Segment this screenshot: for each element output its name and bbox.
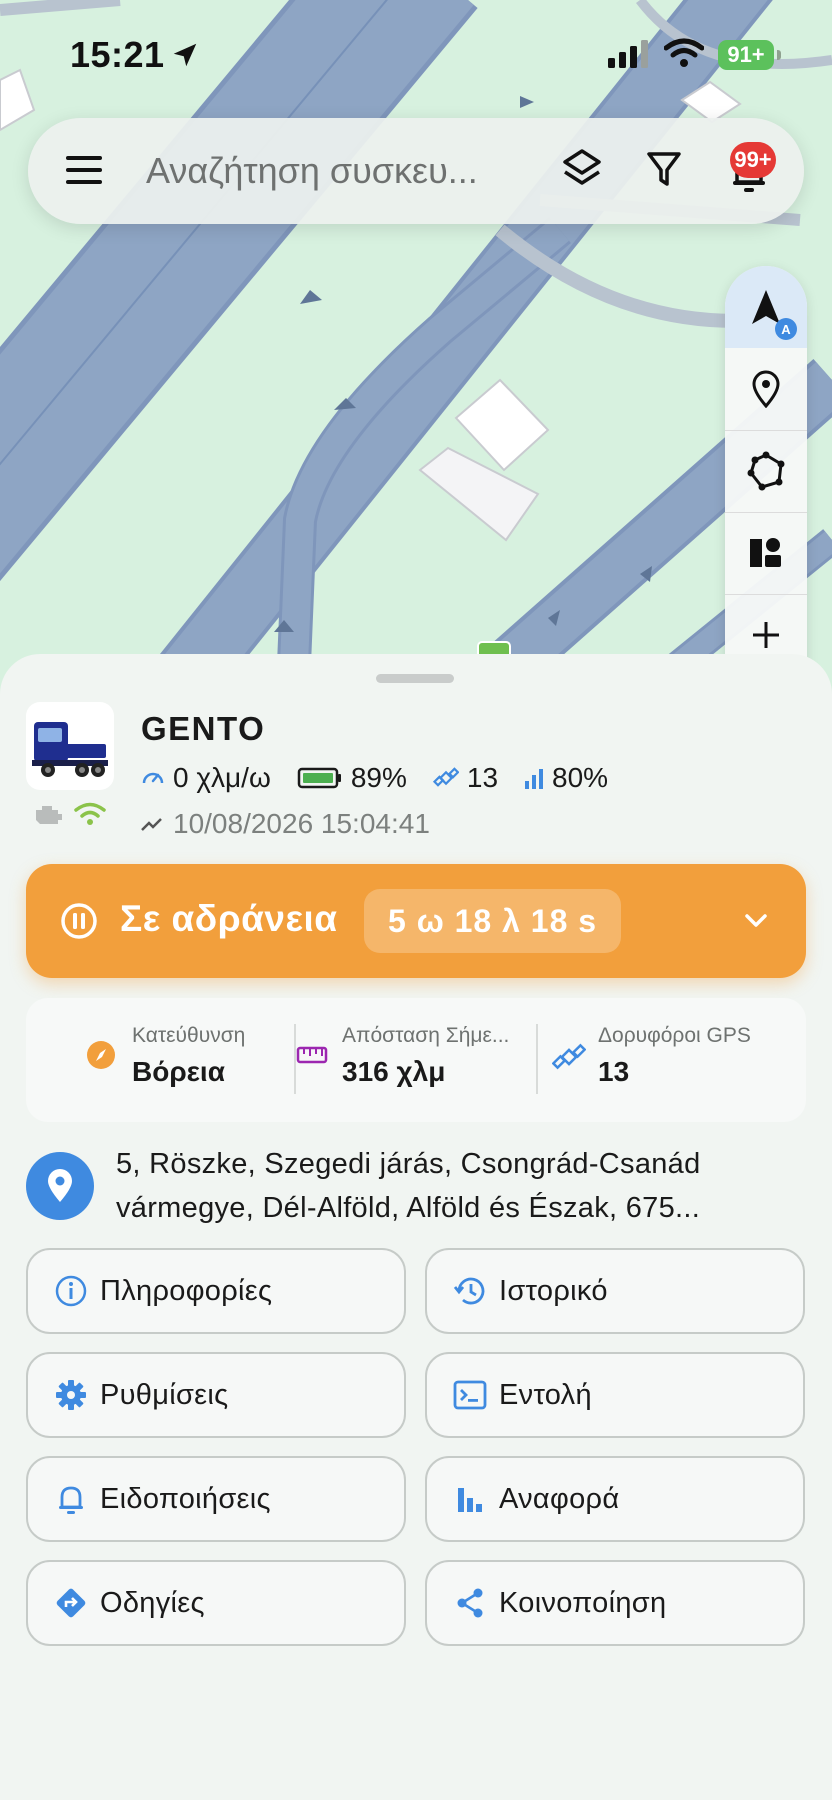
geofence-shapes-icon: [750, 538, 781, 567]
gear-icon: [56, 1380, 86, 1410]
compass-icon: [87, 1041, 115, 1069]
direction-value: Βόρεια: [132, 1056, 225, 1087]
menu-icon[interactable]: [66, 152, 104, 188]
bell-icon: [59, 1486, 83, 1514]
signal-strength-icon: [525, 769, 544, 789]
cellular-signal-icon: [608, 40, 648, 68]
command-label: Εντολή: [499, 1378, 592, 1411]
gps-satellites-label: Δορυφόροι GPS: [598, 1024, 751, 1047]
device-bottom-sheet: GENTO 0 χλμ/ω 89% 13 80% 10/08/2026 15:0…: [0, 654, 832, 1800]
connection-wifi-icon: [74, 802, 107, 825]
zoom-in-icon: [753, 622, 779, 648]
ruler-icon: [296, 1046, 328, 1064]
truck-icon: [32, 722, 108, 777]
navigate-mode-badge: A: [775, 318, 797, 340]
distance-label: Απόσταση Σήμε...: [342, 1024, 510, 1047]
directions-button[interactable]: Οδηγίες: [26, 1560, 406, 1646]
battery-level-icon: [297, 767, 341, 789]
settings-label: Ρυθμίσεις: [100, 1378, 229, 1411]
status-bar: 15:21 91+: [0, 0, 832, 110]
idle-status-banner[interactable]: Σε αδράνεια 5 ω 18 λ 18 s: [26, 864, 806, 978]
info-icon: [55, 1275, 87, 1307]
last-update-timestamp: 10/08/2026 15:04:41: [173, 808, 430, 839]
command-button[interactable]: Εντολή: [425, 1352, 805, 1438]
share-icon: [457, 1588, 483, 1618]
battery-value: 89%: [350, 762, 407, 793]
speed-value: 0 χλμ/ω: [173, 762, 271, 793]
gps-satellites-value: 13: [598, 1056, 630, 1087]
last-update: 10/08/2026 15:04:41: [141, 808, 430, 840]
pause-circle-icon: [61, 903, 97, 939]
polygon-icon: [747, 451, 785, 491]
trip-info-card: Κατεύθυνση Βόρεια Απόσταση Σήμε... 316 χ…: [26, 998, 806, 1122]
location-arrow-icon: [173, 43, 197, 67]
info-label: Πληροφορίες: [100, 1274, 273, 1307]
pin-icon: [752, 370, 780, 408]
location-pin-icon: [48, 1169, 72, 1202]
device-status-icons: [32, 802, 107, 826]
navigate-button[interactable]: A: [725, 266, 807, 348]
notifications-button[interactable]: Ειδοποιήσεις: [26, 1456, 406, 1542]
device-address: 5, Röszke, Szegedi járás, Csongrád-Csaná…: [116, 1148, 701, 1224]
history-icon: [453, 1277, 485, 1305]
direction-label: Κατεύθυνση: [132, 1024, 246, 1047]
settings-button[interactable]: Ρυθμίσεις: [26, 1352, 406, 1438]
vehicle-thumbnail: [26, 702, 114, 790]
map-view[interactable]: [0, 0, 832, 760]
terminal-icon: [453, 1380, 487, 1410]
notification-count-badge: 99+: [730, 142, 776, 178]
chevron-down-icon[interactable]: [742, 908, 770, 932]
device-name: GENTO: [141, 710, 266, 747]
geofence-polygon-button[interactable]: [725, 430, 807, 512]
trend-icon: [141, 818, 162, 831]
history-button[interactable]: Ιστορικό: [425, 1248, 805, 1334]
notifications-label: Ειδοποιήσεις: [100, 1482, 271, 1515]
search-input[interactable]: Αναζήτηση συσκευ...: [146, 150, 541, 192]
address-pin: [26, 1152, 94, 1220]
status-time: 15:21: [70, 34, 165, 75]
info-button[interactable]: Πληροφορίες: [26, 1248, 406, 1334]
share-button[interactable]: Κοινοποίηση: [425, 1560, 805, 1646]
directions-icon: [56, 1588, 86, 1618]
share-label: Κοινοποίηση: [499, 1586, 667, 1619]
distance-value: 316 χλμ: [342, 1056, 446, 1087]
satellite-small-icon: [432, 767, 459, 787]
sheet-grabber[interactable]: [376, 674, 454, 683]
device-stats: 0 χλμ/ω 89% 13 80%: [141, 760, 608, 796]
layers-icon[interactable]: [562, 148, 602, 192]
filter-icon[interactable]: [646, 150, 682, 190]
search-bar[interactable]: Αναζήτηση συσκευ... 99+: [28, 118, 804, 224]
satellites-value: 13: [466, 762, 499, 793]
speedometer-icon: [142, 772, 164, 784]
directions-label: Οδηγίες: [100, 1586, 205, 1619]
bar-chart-icon: [458, 1488, 482, 1512]
shapes-button[interactable]: [725, 512, 807, 594]
pin-button[interactable]: [725, 348, 807, 430]
signal-value: 80%: [552, 762, 609, 793]
engine-icon: [36, 806, 62, 824]
wifi-icon: [664, 38, 704, 67]
battery-nub: [777, 50, 781, 60]
idle-status-label: Σε αδράνεια: [120, 898, 338, 939]
battery-indicator: 91+: [718, 40, 774, 70]
report-label: Αναφορά: [499, 1482, 620, 1515]
satellite-icon: [552, 1043, 586, 1070]
idle-duration: 5 ω 18 λ 18 s: [364, 889, 622, 953]
history-label: Ιστορικό: [499, 1274, 608, 1307]
report-button[interactable]: Αναφορά: [425, 1456, 805, 1542]
